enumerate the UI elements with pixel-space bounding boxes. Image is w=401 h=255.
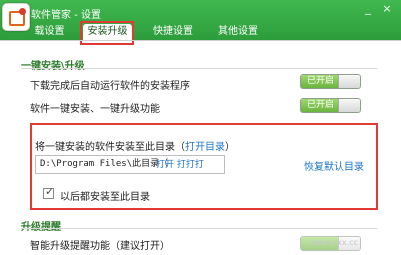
tab-shortcut-settings[interactable]: 快捷设置 <box>149 24 197 40</box>
path-open-link[interactable]: 打开 打打打 <box>156 157 204 170</box>
window-header: 软件管家 - 设置 _ × 载设置 安装升级 快捷设置 其他设置 <box>0 0 401 45</box>
install-dir-label-text: 将一键安装的软件安装至此目录（ <box>35 142 185 153</box>
always-install-here-label: 以后都安装至此目录 <box>60 192 150 203</box>
watermark: www.xxx.cc <box>311 238 358 247</box>
toggle-on-label: 已开启 <box>301 75 340 88</box>
section-divider <box>21 68 377 69</box>
window-title: 软件管家 - 设置 <box>31 10 101 21</box>
install-dir-label: 将一键安装的软件安装至此目录（打开目录） <box>35 138 235 153</box>
settings-window: 软件管家 - 设置 _ × 载设置 安装升级 快捷设置 其他设置 一键安装\升级… <box>0 0 401 255</box>
install-dir-label-close: ） <box>225 142 235 153</box>
auto-run-installer-label: 下载完成后自动运行软件的安装程序 <box>30 81 190 92</box>
tab-highlight-box <box>80 21 134 45</box>
tab-download-settings[interactable]: 载设置 <box>29 24 70 40</box>
toggle-on-label: 已开启 <box>301 99 340 112</box>
one-click-install-label: 软件一键安装、一键升级功能 <box>30 104 160 115</box>
restore-default-dir-link[interactable]: 恢复默认目录 <box>304 158 364 173</box>
toggle-knob <box>338 99 360 112</box>
smart-upgrade-reminder-label: 智能升级提醒功能（建议打开） <box>30 241 170 252</box>
minimize-button[interactable]: _ <box>361 3 375 15</box>
tab-other-settings[interactable]: 其他设置 <box>214 24 262 40</box>
close-button[interactable]: × <box>380 3 394 15</box>
header-divider <box>0 40 401 41</box>
section-title-upgrade-reminder: 升级提醒 <box>21 218 61 233</box>
auto-run-installer-toggle[interactable]: 已开启 <box>300 74 361 89</box>
logo-dot-icon <box>19 8 26 15</box>
section-divider <box>21 228 377 229</box>
app-logo-icon <box>2 3 30 31</box>
section-title-install-upgrade: 一键安装\升级 <box>21 61 85 72</box>
open-dir-link[interactable]: 打开目录 <box>185 142 225 153</box>
toggle-knob <box>338 75 360 88</box>
one-click-install-toggle[interactable]: 已开启 <box>300 98 361 113</box>
always-install-here-checkbox[interactable] <box>43 185 54 199</box>
